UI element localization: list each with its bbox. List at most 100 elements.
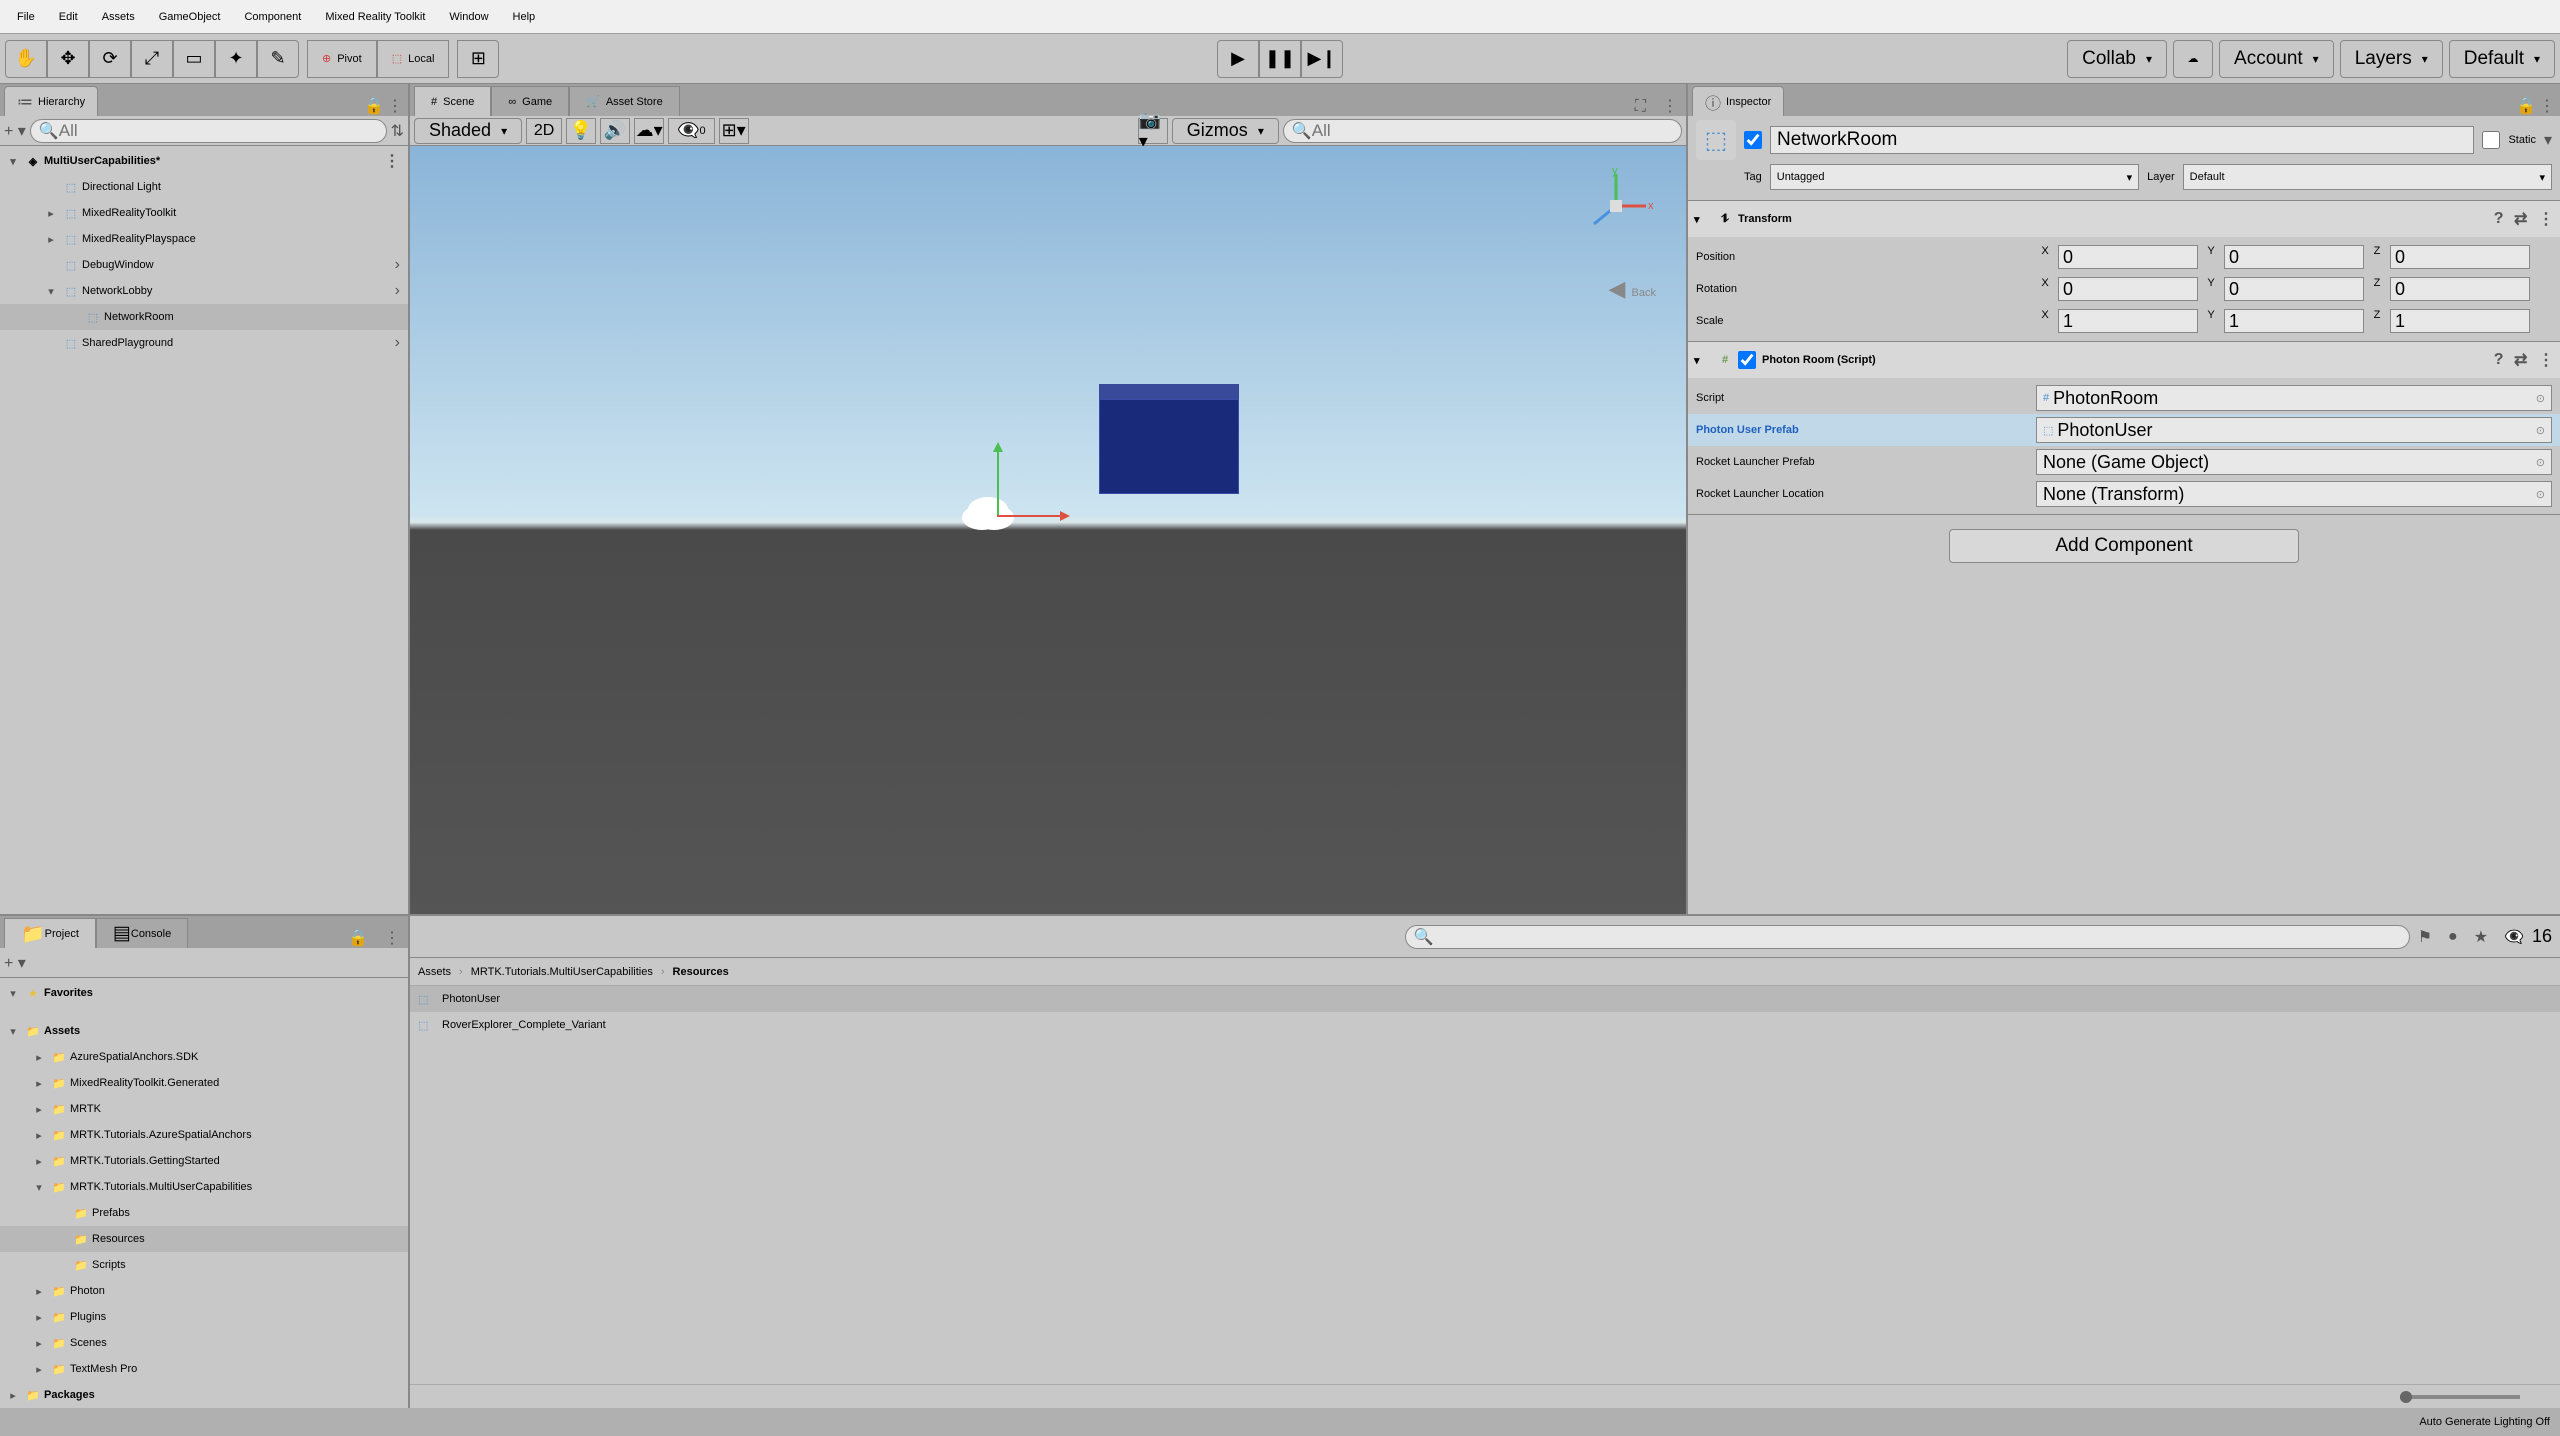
hierarchy-item[interactable]: ⬚Directional Light	[0, 174, 408, 200]
back-button[interactable]: ◀ Back	[1609, 276, 1657, 302]
collab-dropdown[interactable]: Collab	[2067, 40, 2167, 78]
project-tree-item[interactable]: ▸📁Scenes	[0, 1330, 408, 1356]
project-tree-item[interactable]: ▸📁MixedRealityToolkit.Generated	[0, 1070, 408, 1096]
x-input[interactable]	[2058, 309, 2198, 333]
shade-mode-dropdown[interactable]: Shaded	[414, 118, 522, 144]
project-tree-item[interactable]: ▸📁TextMesh Pro	[0, 1356, 408, 1382]
project-tree-item[interactable]: ▸📁Photon	[0, 1278, 408, 1304]
hierarchy-item[interactable]: ▸⬚MixedRealityPlayspace	[0, 226, 408, 252]
project-tree-item[interactable]: 📁Resources	[0, 1226, 408, 1252]
add-component-button[interactable]: Add Component	[1949, 529, 2299, 563]
menu-mrtk[interactable]: Mixed Reality Toolkit	[313, 11, 437, 23]
project-tree-item[interactable]: ▸📁MRTK	[0, 1096, 408, 1122]
custom-tool[interactable]: ✎	[257, 40, 299, 78]
x-input[interactable]	[2058, 245, 2198, 269]
z-input[interactable]	[2390, 245, 2530, 269]
hierarchy-tab[interactable]: ≔Hierarchy	[4, 86, 98, 116]
pivot-toggle[interactable]: ⊕Pivot	[307, 40, 377, 78]
breadcrumb-item[interactable]: Assets	[418, 966, 451, 978]
hidden-toggle[interactable]: 👁‍🗨 0	[668, 118, 715, 144]
fx-toggle[interactable]: ☁▾	[634, 118, 664, 144]
scene-view[interactable]: y x ◀ Back	[410, 146, 1686, 914]
help-icon[interactable]: ?	[2494, 351, 2504, 369]
rotate-tool[interactable]: ⟳	[89, 40, 131, 78]
z-input[interactable]	[2390, 309, 2530, 333]
hierarchy-item[interactable]: ⬚DebugWindow›	[0, 252, 408, 278]
grid-toggle[interactable]: ⊞▾	[719, 118, 749, 144]
menu-help[interactable]: Help	[501, 11, 548, 23]
hierarchy-search[interactable]: 🔍	[30, 119, 387, 143]
object-field[interactable]: None (Game Object)⊙	[2036, 449, 2552, 475]
camera-icon[interactable]: 📷▾	[1138, 118, 1168, 144]
scale-tool[interactable]: ⤢	[131, 40, 173, 78]
help-icon[interactable]: ?	[2494, 210, 2504, 228]
layers-dropdown[interactable]: Layers	[2340, 40, 2443, 78]
y-input[interactable]	[2224, 245, 2364, 269]
z-input[interactable]	[2390, 277, 2530, 301]
sort-icon[interactable]: ⇅	[391, 121, 404, 141]
tab-asset-store[interactable]: 🛒Asset Store	[569, 86, 680, 116]
project-tree-item[interactable]: ▸📁Plugins	[0, 1304, 408, 1330]
tab-scene[interactable]: #Scene	[414, 86, 491, 116]
menu-icon[interactable]: ⋮	[2538, 209, 2554, 229]
asset-item[interactable]: ⬚PhotonUser	[410, 986, 2560, 1012]
hidden-icon[interactable]: 👁‍🗨	[2496, 927, 2532, 947]
photon-room-header[interactable]: ▾# Photon Room (Script) ? ⇄ ⋮	[1688, 342, 2560, 378]
local-toggle[interactable]: ⬚Local	[377, 40, 450, 78]
preset-icon[interactable]: ⇄	[2514, 350, 2527, 370]
project-tree-item[interactable]: ▾📁MRTK.Tutorials.MultiUserCapabilities	[0, 1174, 408, 1200]
gameobject-name-input[interactable]	[1770, 126, 2474, 154]
transform-header[interactable]: ▾⥮ Transform ? ⇄ ⋮	[1688, 201, 2560, 237]
object-field[interactable]: None (Transform)⊙	[2036, 481, 2552, 507]
lock-icon[interactable]: 🔒	[364, 96, 384, 116]
y-input[interactable]	[2224, 309, 2364, 333]
scene-search[interactable]: 🔍	[1283, 119, 1682, 143]
project-tree-item[interactable]: ▸📁MRTK.Tutorials.AzureSpatialAnchors	[0, 1122, 408, 1148]
menu-icon[interactable]: ⋮	[2539, 96, 2555, 116]
menu-icon[interactable]: ⋮	[2538, 350, 2554, 370]
project-tree-item[interactable]: ▸📁AzureSpatialAnchors.SDK	[0, 1044, 408, 1070]
project-search[interactable]: 🔍	[1405, 925, 2410, 949]
lighting-status[interactable]: Auto Generate Lighting Off	[2419, 1416, 2550, 1428]
project-tree-item[interactable]: 📁Scripts	[0, 1252, 408, 1278]
assets-root-row[interactable]: ▾📁 Assets	[0, 1018, 408, 1044]
menu-assets[interactable]: Assets	[90, 11, 147, 23]
gameobject-icon[interactable]: ⬚	[1696, 120, 1736, 160]
cloud-button[interactable]: ☁	[2173, 40, 2213, 78]
component-enabled-checkbox[interactable]	[1738, 351, 1756, 369]
breadcrumb-item[interactable]: Resources	[673, 966, 729, 978]
y-input[interactable]	[2224, 277, 2364, 301]
preset-icon[interactable]: ⇄	[2514, 209, 2527, 229]
hand-tool[interactable]: ✋	[5, 40, 47, 78]
hierarchy-item[interactable]: ⬚SharedPlayground›	[0, 330, 408, 356]
inspector-tab[interactable]: ⓘInspector	[1692, 86, 1784, 116]
layer-dropdown[interactable]: Default▾	[2183, 164, 2552, 190]
play-button[interactable]: ▶	[1217, 40, 1259, 78]
breadcrumb-item[interactable]: MRTK.Tutorials.MultiUserCapabilities	[471, 966, 653, 978]
tag-dropdown[interactable]: Untagged▾	[1770, 164, 2139, 190]
hierarchy-item[interactable]: ▾⬚NetworkLobby›	[0, 278, 408, 304]
orientation-gizmo[interactable]: y x	[1576, 166, 1656, 246]
menu-window[interactable]: Window	[437, 11, 500, 23]
2d-toggle[interactable]: 2D	[526, 118, 562, 144]
hierarchy-item[interactable]: ▸⬚MixedRealityToolkit	[0, 200, 408, 226]
object-field[interactable]: #PhotonRoom⊙	[2036, 385, 2552, 411]
x-input[interactable]	[2058, 277, 2198, 301]
packages-row[interactable]: ▸📁 Packages	[0, 1382, 408, 1408]
pause-button[interactable]: ❚❚	[1259, 40, 1301, 78]
filter-icon[interactable]: ★	[2466, 927, 2496, 947]
active-checkbox[interactable]	[1744, 131, 1762, 149]
rect-tool[interactable]: ▭	[173, 40, 215, 78]
menu-icon[interactable]: ⋮	[387, 96, 403, 116]
layout-dropdown[interactable]: Default	[2449, 40, 2555, 78]
step-button[interactable]: ▶❙	[1301, 40, 1343, 78]
project-tree-item[interactable]: 📁Prefabs	[0, 1200, 408, 1226]
transform-tool[interactable]: ✦	[215, 40, 257, 78]
menu-icon[interactable]: ⋮	[376, 928, 408, 948]
favorites-row[interactable]: ▾★ Favorites	[0, 980, 408, 1006]
tab-game[interactable]: ∞Game	[491, 86, 569, 116]
filter-icon[interactable]: ●	[2440, 928, 2466, 946]
light-toggle[interactable]: 💡	[566, 118, 596, 144]
audio-toggle[interactable]: 🔊	[600, 118, 630, 144]
move-tool[interactable]: ✥	[47, 40, 89, 78]
